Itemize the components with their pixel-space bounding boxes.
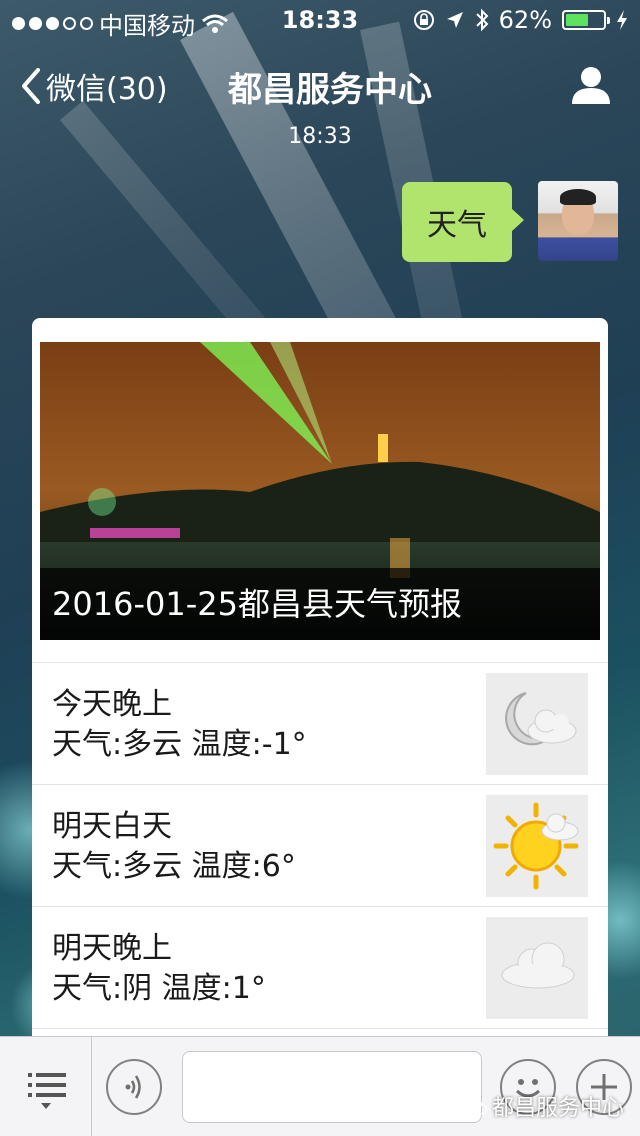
- forecast-detail: 天气:多云 温度:-1°: [52, 727, 307, 762]
- voice-icon: [125, 1075, 141, 1099]
- sun-cloud-icon: [493, 802, 579, 890]
- location-icon: [446, 12, 463, 28]
- forecast-period: 明天白天: [52, 809, 172, 844]
- cloud-icon: [501, 942, 575, 989]
- watermark: 都昌服务中心: [464, 1090, 624, 1122]
- battery-percent: 62%: [498, 6, 552, 34]
- weather-news-card[interactable]: 2016-01-25都昌县天气预报 今天晚上 天气:多云 温度:-1° 明天白天…: [32, 318, 608, 1058]
- watermark-text: 都昌服务中心: [491, 1096, 624, 1121]
- forecast-thumbnail: [486, 673, 588, 775]
- battery-icon: [562, 10, 610, 30]
- voice-button[interactable]: [106, 1059, 162, 1115]
- news-headline: 2016-01-25都昌县天气预报: [40, 568, 600, 640]
- forecast-detail: 天气:阴 温度:1°: [52, 971, 266, 1006]
- bluetooth-icon: [475, 8, 489, 32]
- menu-list-icon: [28, 1073, 66, 1109]
- hero-image[interactable]: 2016-01-25都昌县天气预报: [40, 342, 600, 640]
- charging-icon: [617, 10, 627, 30]
- person-icon[interactable]: [570, 64, 612, 106]
- rotation-lock-icon: [413, 10, 434, 30]
- forecast-item[interactable]: 明天晚上 天气:阴 温度:1°: [32, 906, 608, 1028]
- status-bar: 中国移动 18:33 62%: [0, 0, 640, 40]
- moon-cloud-icon: [505, 692, 577, 746]
- forecast-thumbnail: [486, 795, 588, 897]
- sent-message-bubble[interactable]: 天气: [402, 182, 524, 262]
- menu-toggle-button[interactable]: [0, 1037, 92, 1136]
- forecast-period: 今天晚上: [52, 687, 172, 722]
- forecast-item[interactable]: 今天晚上 天气:多云 温度:-1°: [32, 662, 608, 784]
- chat-timestamp: 18:33: [288, 124, 352, 149]
- wechat-logo-icon: [464, 1096, 488, 1115]
- forecast-item[interactable]: 明天白天 天气:多云 温度:6°: [32, 784, 608, 906]
- forecast-period: 明天晚上: [52, 931, 172, 966]
- sent-message-text: 天气: [427, 208, 487, 243]
- nav-bar: 微信(30) 都昌服务中心: [0, 40, 640, 130]
- page-title: 都昌服务中心: [228, 70, 432, 110]
- avatar[interactable]: [538, 181, 618, 261]
- forecast-detail: 天气:多云 温度:6°: [52, 849, 296, 884]
- message-input[interactable]: [182, 1051, 482, 1123]
- forecast-thumbnail: [486, 917, 588, 1019]
